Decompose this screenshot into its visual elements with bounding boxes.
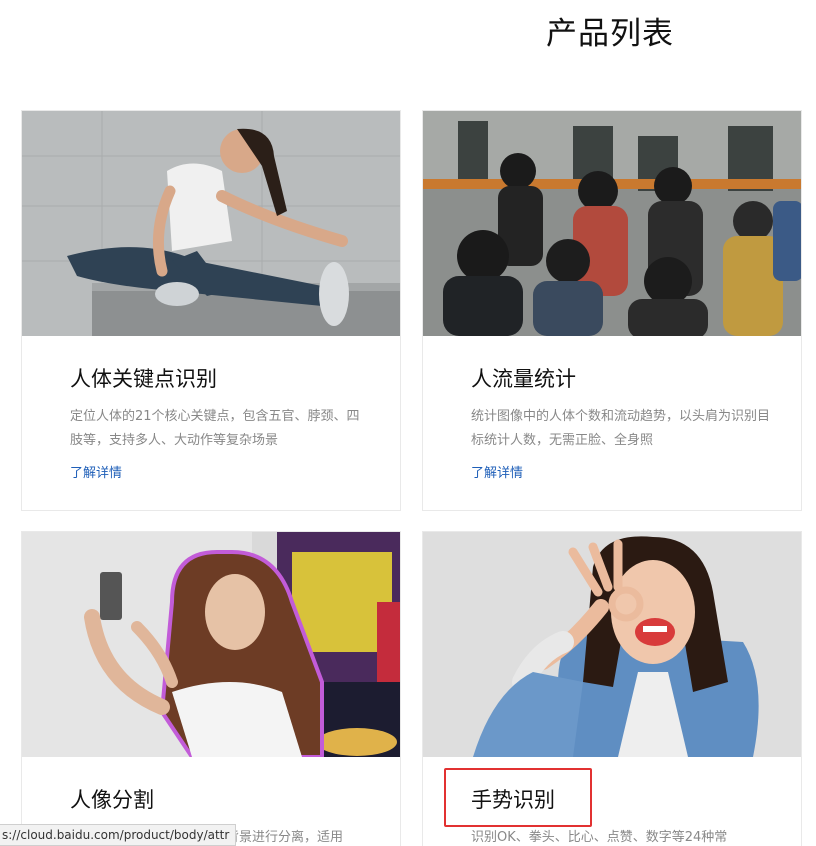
product-description: 识别OK、拳头、比心、点赞、数字等24种常 bbox=[471, 830, 728, 845]
highlight-box bbox=[444, 768, 592, 827]
product-image-crowd-counting bbox=[423, 111, 801, 336]
product-card-crowd-counting[interactable]: 人流量统计 统计图像中的人体个数和流动趋势，以头肩为识别目标统计人数，无需正脸、… bbox=[422, 110, 802, 511]
learn-more-link[interactable]: 了解详情 bbox=[70, 462, 122, 481]
product-image-portrait-segmentation bbox=[22, 532, 400, 757]
product-description: 背景进行分离，适用 bbox=[226, 830, 344, 845]
product-title: 人像分割 bbox=[70, 788, 154, 812]
link-url-status-bar: s://cloud.baidu.com/product/body/attr bbox=[0, 824, 237, 846]
learn-more-link[interactable]: 了解详情 bbox=[471, 462, 523, 481]
product-description: 定位人体的21个核心关键点，包含五官、脖颈、四肢等，支持多人、大动作等复杂场景 bbox=[70, 409, 360, 448]
product-title: 人体关键点识别 bbox=[70, 367, 217, 391]
product-list-page: 产品列表 人体关键点识别 定位人体的21个核心关键点，包含五官、脖颈、四肢等，支… bbox=[0, 0, 816, 846]
product-description: 统计图像中的人体个数和流动趋势，以头肩为识别目标统计人数，无需正脸、全身照 bbox=[471, 409, 771, 448]
page-title: 产品列表 bbox=[546, 16, 674, 52]
product-title: 人流量统计 bbox=[471, 367, 576, 391]
product-image-body-keypoints bbox=[22, 111, 400, 336]
product-image-gesture-recognition bbox=[423, 532, 801, 757]
product-card-portrait-segmentation[interactable]: 人像分割 背景进行分离，适用 bbox=[21, 531, 401, 846]
product-card-body-keypoints[interactable]: 人体关键点识别 定位人体的21个核心关键点，包含五官、脖颈、四肢等，支持多人、大… bbox=[21, 110, 401, 511]
